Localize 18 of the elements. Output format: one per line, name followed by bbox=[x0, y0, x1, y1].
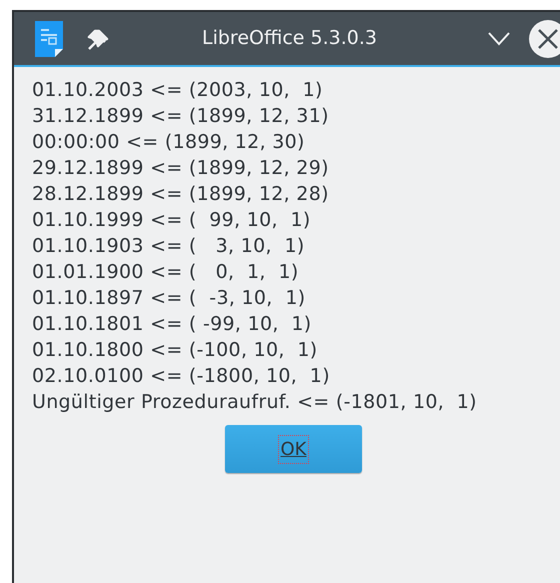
message-line: Ungültiger Prozeduraufruf. <= (-1801, 10, 1) bbox=[32, 390, 478, 415]
message-line: 01.10.2003 <= (2003, 10, 1) bbox=[32, 78, 324, 103]
message-line: 28.12.1899 <= (1899, 12, 28) bbox=[32, 182, 330, 207]
message-line: 29.12.1899 <= (1899, 12, 29) bbox=[32, 156, 330, 181]
window-title: LibreOffice 5.3.0.3 bbox=[202, 26, 377, 52]
ok-button[interactable]: OK bbox=[225, 425, 362, 473]
message-line: 02.10.0100 <= (-1800, 10, 1) bbox=[32, 364, 331, 389]
document-icon bbox=[35, 20, 63, 56]
message-line: 00:00:00 <= (1899, 12, 30) bbox=[32, 130, 306, 155]
message-line: 01.01.1900 <= ( 0, 1, 1) bbox=[32, 260, 300, 285]
close-icon[interactable] bbox=[528, 18, 560, 58]
chevron-down-icon[interactable] bbox=[488, 32, 510, 46]
message-line: 01.10.1897 <= ( -3, 10, 1) bbox=[32, 286, 306, 311]
message-line: 01.10.1903 <= ( 3, 10, 1) bbox=[32, 234, 306, 259]
message-line: 01.10.1999 <= ( 99, 10, 1) bbox=[32, 208, 312, 233]
message-line: 01.10.1801 <= ( -99, 10, 1) bbox=[32, 312, 312, 337]
message-line: 31.12.1899 <= (1899, 12, 31) bbox=[32, 104, 330, 129]
message-line: 01.10.1800 <= (-100, 10, 1) bbox=[32, 338, 319, 363]
